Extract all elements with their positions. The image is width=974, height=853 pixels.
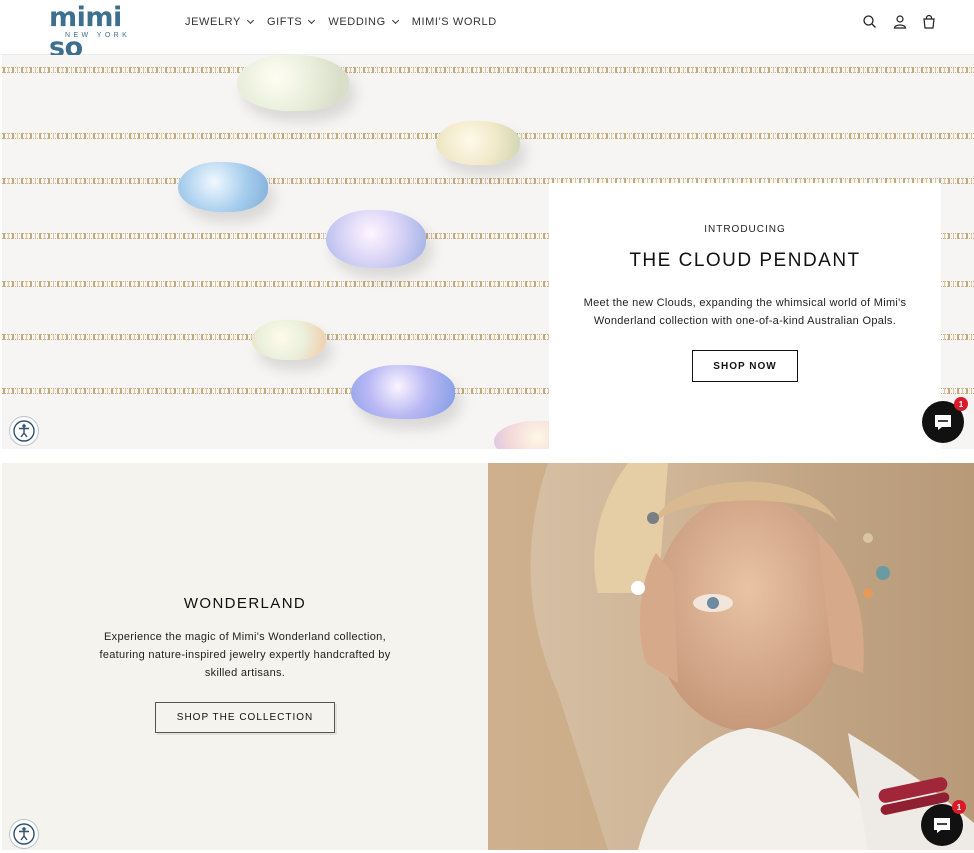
nav-item-mimis-world[interactable]: MIMI'S WORLD	[412, 14, 497, 30]
opal-pendant-image	[237, 55, 349, 111]
hero-content-card: INTRODUCING THE CLOUD PENDANT Meet the n…	[549, 183, 941, 449]
accessibility-icon	[13, 420, 35, 442]
account-icon[interactable]	[891, 13, 909, 31]
nav-item-gifts[interactable]: GIFTS	[266, 14, 316, 30]
section-title: WONDERLAND	[183, 595, 307, 612]
nav-item-jewelry[interactable]: JEWELRY	[185, 14, 255, 30]
opal-pendant-image	[436, 121, 520, 165]
chevron-down-icon	[308, 16, 316, 25]
hero-eyebrow: INTRODUCING	[704, 224, 786, 235]
wonderland-section: WONDERLAND Experience the magic of Mimi'…	[2, 463, 488, 850]
nav-item-label: MIMI'S WORLD	[411, 16, 497, 28]
notification-badge: 1	[952, 800, 966, 814]
accessibility-button[interactable]	[9, 819, 39, 849]
nav-item-label: WEDDING	[328, 16, 386, 28]
opal-pendant-image	[326, 210, 426, 268]
chevron-down-icon	[391, 16, 399, 25]
accessibility-button[interactable]	[9, 416, 39, 446]
notification-badge: 1	[954, 397, 968, 411]
nav-item-label: GIFTS	[266, 16, 303, 28]
search-icon[interactable]	[861, 13, 879, 31]
section-description: Experience the magic of Mimi's Wonderlan…	[99, 631, 391, 679]
chevron-down-icon	[246, 16, 255, 25]
opal-pendant-image	[252, 320, 326, 360]
site-header: mimi so NEW YORK JEWELRY GIFTS WEDDING M…	[0, 0, 974, 63]
opal-pendant-image	[351, 365, 455, 419]
logo-subtitle: NEW YORK	[65, 32, 131, 39]
cart-icon[interactable]	[920, 13, 938, 31]
shop-now-button[interactable]: SHOP NOW	[692, 350, 798, 382]
hero-title: THE CLOUD PENDANT	[629, 250, 861, 271]
hero-banner: INTRODUCING THE CLOUD PENDANT Meet the n…	[2, 55, 974, 449]
chain-decoration	[2, 67, 974, 73]
nav-item-wedding[interactable]: WEDDING	[328, 14, 399, 30]
logo[interactable]: mimi so NEW YORK	[49, 3, 147, 63]
nav-item-label: JEWELRY	[185, 16, 241, 28]
main-nav: JEWELRY GIFTS WEDDING MIMI'S WORLD	[185, 14, 511, 30]
shop-the-collection-button[interactable]: SHOP THE COLLECTION	[155, 702, 335, 733]
model-wearing-rings-image	[488, 463, 974, 850]
opal-pendant-image	[178, 162, 268, 212]
accessibility-icon	[13, 823, 35, 845]
hero-description: Meet the new Clouds, expanding the whims…	[583, 297, 907, 327]
